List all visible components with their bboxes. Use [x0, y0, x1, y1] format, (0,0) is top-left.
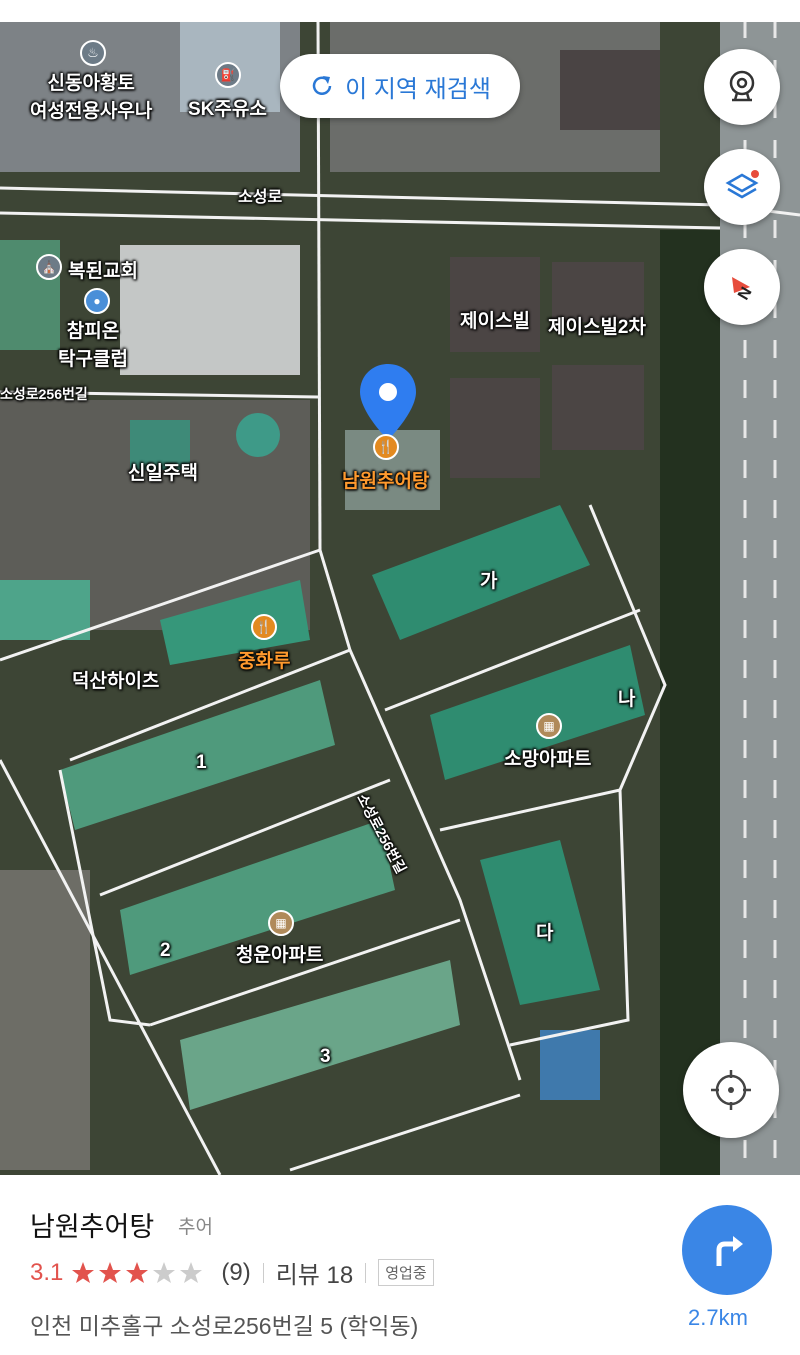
label-somang-apt[interactable]: 소망아파트 [504, 744, 591, 771]
church-icon[interactable]: ⛪ [36, 254, 62, 280]
street-view-button[interactable] [704, 49, 780, 125]
label-jays-vill: 제이스빌 [460, 311, 530, 332]
apartment-icon[interactable]: ▦ [536, 713, 562, 739]
review-count[interactable]: 리뷰 18 [276, 1255, 354, 1290]
my-location-button[interactable] [683, 1042, 779, 1138]
refresh-icon [312, 76, 332, 95]
label-junghwaru[interactable]: 중화루 [238, 646, 290, 673]
divider [365, 1262, 367, 1283]
gas-station-icon[interactable]: ⛽ [215, 62, 241, 88]
layers-button[interactable] [704, 149, 780, 225]
directions-button[interactable] [682, 1205, 772, 1295]
street-view-icon [729, 70, 755, 102]
label-table-tennis[interactable]: 참피온 탁구클럽 [58, 318, 128, 374]
label-apt-2: 2 [160, 940, 171, 961]
table-tennis-icon[interactable]: ● [84, 288, 110, 314]
top-strip [0, 0, 800, 22]
label-gas-station[interactable]: SK주유소 [188, 94, 267, 121]
open-status-badge: 영업중 [378, 1259, 434, 1286]
label-cheongun-apt[interactable]: 청운아파트 [236, 940, 323, 967]
label-building-na: 나 [618, 689, 636, 710]
label-church[interactable]: 복된교회 [68, 256, 138, 283]
label-jays-vill-2: 제이스빌2차 [548, 317, 646, 338]
place-name[interactable]: 남원추어탕 [30, 1205, 154, 1244]
label-building-ga: 가 [480, 571, 498, 592]
restaurant-icon[interactable]: 🍴 [373, 434, 399, 460]
label-building-da: 다 [536, 923, 554, 944]
turn-right-arrow-icon [716, 1236, 743, 1266]
rating-value: 3.1 [30, 1258, 64, 1286]
compass-button[interactable]: N [704, 249, 780, 325]
label-sinil-house: 신일주택 [128, 463, 198, 484]
place-address: 인천 미추홀구 소성로256번길 5 (학익동) [30, 1313, 419, 1339]
label-apt-3: 3 [320, 1046, 331, 1067]
selected-place-pin[interactable] [358, 362, 418, 442]
place-info-sheet[interactable]: 남원추어탕 추어 3.1 (9) 리뷰 18 영업중 인천 미추홀구 소성로25… [0, 1175, 800, 1355]
layers-icon [725, 170, 759, 199]
road-label-soseong: 소성로 [238, 189, 283, 206]
place-category: 추어 [178, 1217, 213, 1238]
my-location-icon [711, 1070, 751, 1110]
satellite-map[interactable]: ♨ ⛽ ⛪ ● 🍴 ▦ ▦ 🍴 신동아황토 여성전용사우나 SK주유소 소성로 … [0, 0, 800, 1175]
restaurant-icon[interactable]: 🍴 [251, 614, 277, 640]
apartment-icon[interactable]: ▦ [268, 910, 294, 936]
distance-label: 2.7km [688, 1305, 748, 1330]
map-imagery [0, 0, 800, 1175]
label-namwon-pin[interactable]: 남원추어탕 [342, 466, 429, 493]
label-sauna[interactable]: 신동아황토 여성전용사우나 [30, 70, 152, 126]
research-area-label: 이 지역 재검색 [345, 75, 491, 103]
rating-count: (9) [221, 1258, 251, 1286]
rating-stars [72, 1261, 203, 1283]
label-apt-1: 1 [196, 752, 207, 773]
sauna-icon[interactable]: ♨ [80, 40, 106, 66]
label-deoksan-heights: 덕산하이츠 [72, 671, 160, 692]
road-label-256: 소성로256번길 [0, 386, 88, 402]
divider [262, 1262, 264, 1283]
rating-row[interactable]: 3.1 (9) 리뷰 18 영업중 [30, 1255, 434, 1290]
research-area-button[interactable]: 이 지역 재검색 [280, 54, 520, 118]
